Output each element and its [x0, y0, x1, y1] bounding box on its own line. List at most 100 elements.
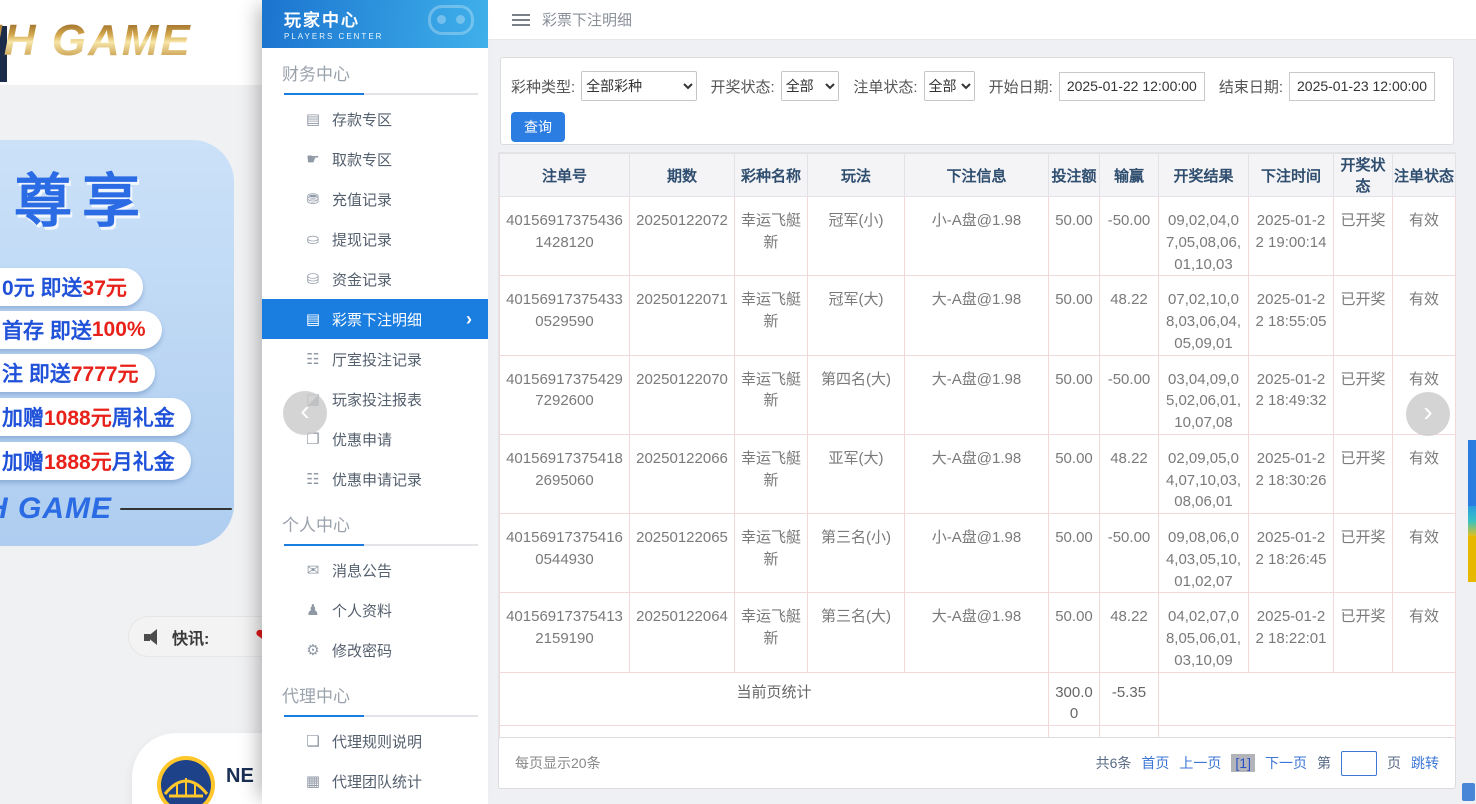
next-page-link[interactable]: 下一页 — [1265, 753, 1307, 773]
sidebar-item-label: 玩家投注报表 — [332, 391, 423, 409]
floating-service-widget[interactable] — [1468, 536, 1476, 582]
lottery-type-select[interactable]: 全部彩种 — [581, 71, 697, 101]
records-icon: ☷ — [306, 471, 320, 488]
sidebar-item-label: 提现记录 — [332, 231, 393, 249]
sidebar-item-label: 修改密码 — [332, 642, 393, 660]
section-title-finance: 财务中心 — [282, 65, 350, 84]
sidebar-item-hall-bet-records[interactable]: ☷ 厅室投注记录 — [262, 339, 488, 379]
page-title: 彩票下注明细 — [542, 12, 633, 29]
wallet-icon: ⛀ — [306, 231, 320, 248]
sidebar-item-label: 优惠申请记录 — [332, 471, 423, 489]
page-size-label: 每页显示20条 — [515, 755, 601, 771]
sidebar-item-label: 代理规则说明 — [332, 733, 423, 751]
carousel-next-button[interactable]: › — [1406, 392, 1450, 436]
bell-icon: ✉ — [306, 562, 320, 579]
table-row: 401569173754330529590 20250122071 幸运飞艇新 冠军(… — [499, 275, 1456, 356]
page-jump-input[interactable] — [1341, 750, 1377, 776]
section-divider — [284, 93, 478, 95]
pill-text: 注 即送 — [2, 363, 71, 386]
draw-status-select[interactable]: 全部 — [780, 71, 840, 101]
promo-pill: 加赠 1888元 月礼金 — [0, 442, 191, 480]
pill-text: 周礼金 — [111, 407, 175, 430]
jump-prefix-label: 第 — [1317, 755, 1331, 771]
page-summary-label: 当前页统计 — [499, 671, 1049, 726]
brand-logo: HH GAME — [0, 16, 192, 66]
pill-text: 月礼金 — [111, 451, 175, 474]
filter-panel: 彩种类型: 全部彩种 开奖状态: 全部 注单状态: 全部 开始日期: 结束日期:… — [500, 57, 1454, 145]
sidebar-item-withdraw-records[interactable]: ⛀ 提现记录 — [262, 219, 488, 259]
pill-text: 加赠 — [2, 407, 44, 430]
newsflash-label: 快讯: — [172, 630, 210, 648]
content-header: 彩票下注明细 — [488, 0, 1476, 40]
sidebar-item-messages[interactable]: ✉ 消息公告 — [262, 550, 488, 590]
search-button[interactable]: 查询 — [511, 112, 565, 142]
speaker-icon — [144, 628, 162, 645]
news-team-card: NE — [132, 733, 262, 804]
team-logo-icon — [157, 756, 215, 804]
banner-footer-logo: H GAME — [0, 492, 232, 526]
end-date-input[interactable] — [1289, 71, 1435, 101]
page-summary-bet: 300.00 — [1048, 671, 1100, 726]
sidebar-item-label: 彩票下注明细 — [332, 311, 423, 329]
coins-icon: ⛁ — [306, 271, 320, 288]
promo-panel: HH GAME 尊享 0元 即送37元 首存 即送100% 注 即送7777元 … — [0, 0, 262, 804]
sidebar-item-agent-rules[interactable]: ❏ 代理规则说明 — [262, 721, 488, 761]
page-summary-winloss: -5.35 — [1099, 671, 1159, 726]
sidebar-menu: ▤ 存款专区 ☛ 取款专区 ⛃ 充值记录 ⛀ 提现记录 ⛁ 资金记录 ▤ 彩票下注明细 › ☷… — [262, 99, 488, 499]
section-divider — [284, 715, 478, 717]
table-header-row: 注单号 期数 彩种名称 玩法 下注信息 投注额 输赢 开奖结果 下注时间 开奖状… — [499, 153, 1456, 197]
gear-icon: ⚙ — [306, 642, 320, 659]
promo-pill: 加赠 1088元 周礼金 — [0, 398, 191, 436]
col-order-status: 注单状态 — [1392, 153, 1456, 197]
sidebar-item-withdraw[interactable]: ☛ 取款专区 — [262, 139, 488, 179]
hamburger-menu-icon[interactable] — [512, 13, 530, 26]
col-bet-id: 注单号 — [499, 153, 630, 197]
carousel-prev-button[interactable]: ‹ — [283, 391, 327, 435]
heart-icon: ❤ — [255, 625, 262, 648]
floating-service-widget[interactable] — [1468, 440, 1476, 506]
table-row: 401569173754182695060 20250122066 幸运飞艇新 亚军(… — [499, 433, 1456, 515]
sidebar-item-label: 优惠申请 — [332, 431, 393, 449]
prev-page-link[interactable]: 上一页 — [1179, 753, 1221, 773]
sidebar-item-label: 存款专区 — [332, 111, 393, 129]
order-status-label: 注单状态: — [853, 78, 918, 96]
table-row: 401569173754160544930 20250122065 幸运飞艇新 第三名… — [499, 512, 1456, 594]
banner-footer-logo-text: H GAME — [0, 492, 112, 525]
list-icon: ☷ — [306, 351, 320, 368]
section-divider — [284, 544, 478, 546]
first-page-link[interactable]: 首页 — [1141, 753, 1169, 773]
sidebar-item-recharge-records[interactable]: ⛃ 充值记录 — [262, 179, 488, 219]
lottery-type-label: 彩种类型: — [511, 78, 576, 96]
jump-suffix-label: 页 — [1387, 755, 1401, 771]
current-page-badge: [1] — [1231, 754, 1255, 772]
sidebar-item-change-password[interactable]: ⚙ 修改密码 — [262, 630, 488, 670]
pill-highlight: 1088元 — [44, 407, 112, 430]
total-count: 共6条 — [1095, 755, 1132, 771]
sidebar-item-label: 厅室投注记录 — [332, 351, 423, 369]
sidebar-item-promo-apply-records[interactable]: ☷ 优惠申请记录 — [262, 459, 488, 499]
page-summary-row: 当前页统计 300.00 -5.35 — [499, 671, 1456, 726]
sidebar-item-label: 资金记录 — [332, 271, 393, 289]
summary-empty-cell — [1158, 671, 1456, 726]
sidebar-item-lottery-bet-details[interactable]: ▤ 彩票下注明细 › — [262, 299, 488, 339]
pill-text: 0元 即送 — [2, 277, 83, 300]
chevron-right-icon: › — [466, 308, 472, 329]
start-date-input[interactable] — [1058, 71, 1205, 101]
promo-topbar: HH GAME — [0, 0, 262, 85]
col-play-type: 玩法 — [807, 153, 905, 197]
jump-button[interactable]: 跳转 — [1411, 753, 1439, 773]
sidebar-item-profile[interactable]: ♟ 个人资料 — [262, 590, 488, 630]
filter-row: 彩种类型: 全部彩种 开奖状态: 全部 注单状态: 全部 开始日期: 结束日期: — [511, 71, 1443, 101]
order-status-select[interactable]: 全部 — [923, 71, 975, 101]
col-win-loss: 输赢 — [1099, 153, 1159, 197]
sidebar-item-deposit[interactable]: ▤ 存款专区 — [262, 99, 488, 139]
start-date-label: 开始日期: — [988, 78, 1053, 96]
pagination-controls: 共6条 首页 上一页 [1] 下一页 第 页 跳转 — [1095, 750, 1439, 776]
pagination-bar: 每页显示20条 共6条 首页 上一页 [1] 下一页 第 页 跳转 — [498, 737, 1456, 789]
floating-widget-icon[interactable] — [1462, 783, 1475, 801]
floating-service-widget[interactable] — [1468, 506, 1476, 536]
user-icon: ♟ — [306, 602, 320, 619]
sidebar-item-agent-team-stats[interactable]: ▦ 代理团队统计 — [262, 761, 488, 801]
promo-banner[interactable]: 尊享 0元 即送 37元 首存 即送 100% 注 即送 7777元 加赠 1088元周… — [0, 140, 234, 546]
sidebar-item-fund-records[interactable]: ⛁ 资金记录 — [262, 259, 488, 299]
